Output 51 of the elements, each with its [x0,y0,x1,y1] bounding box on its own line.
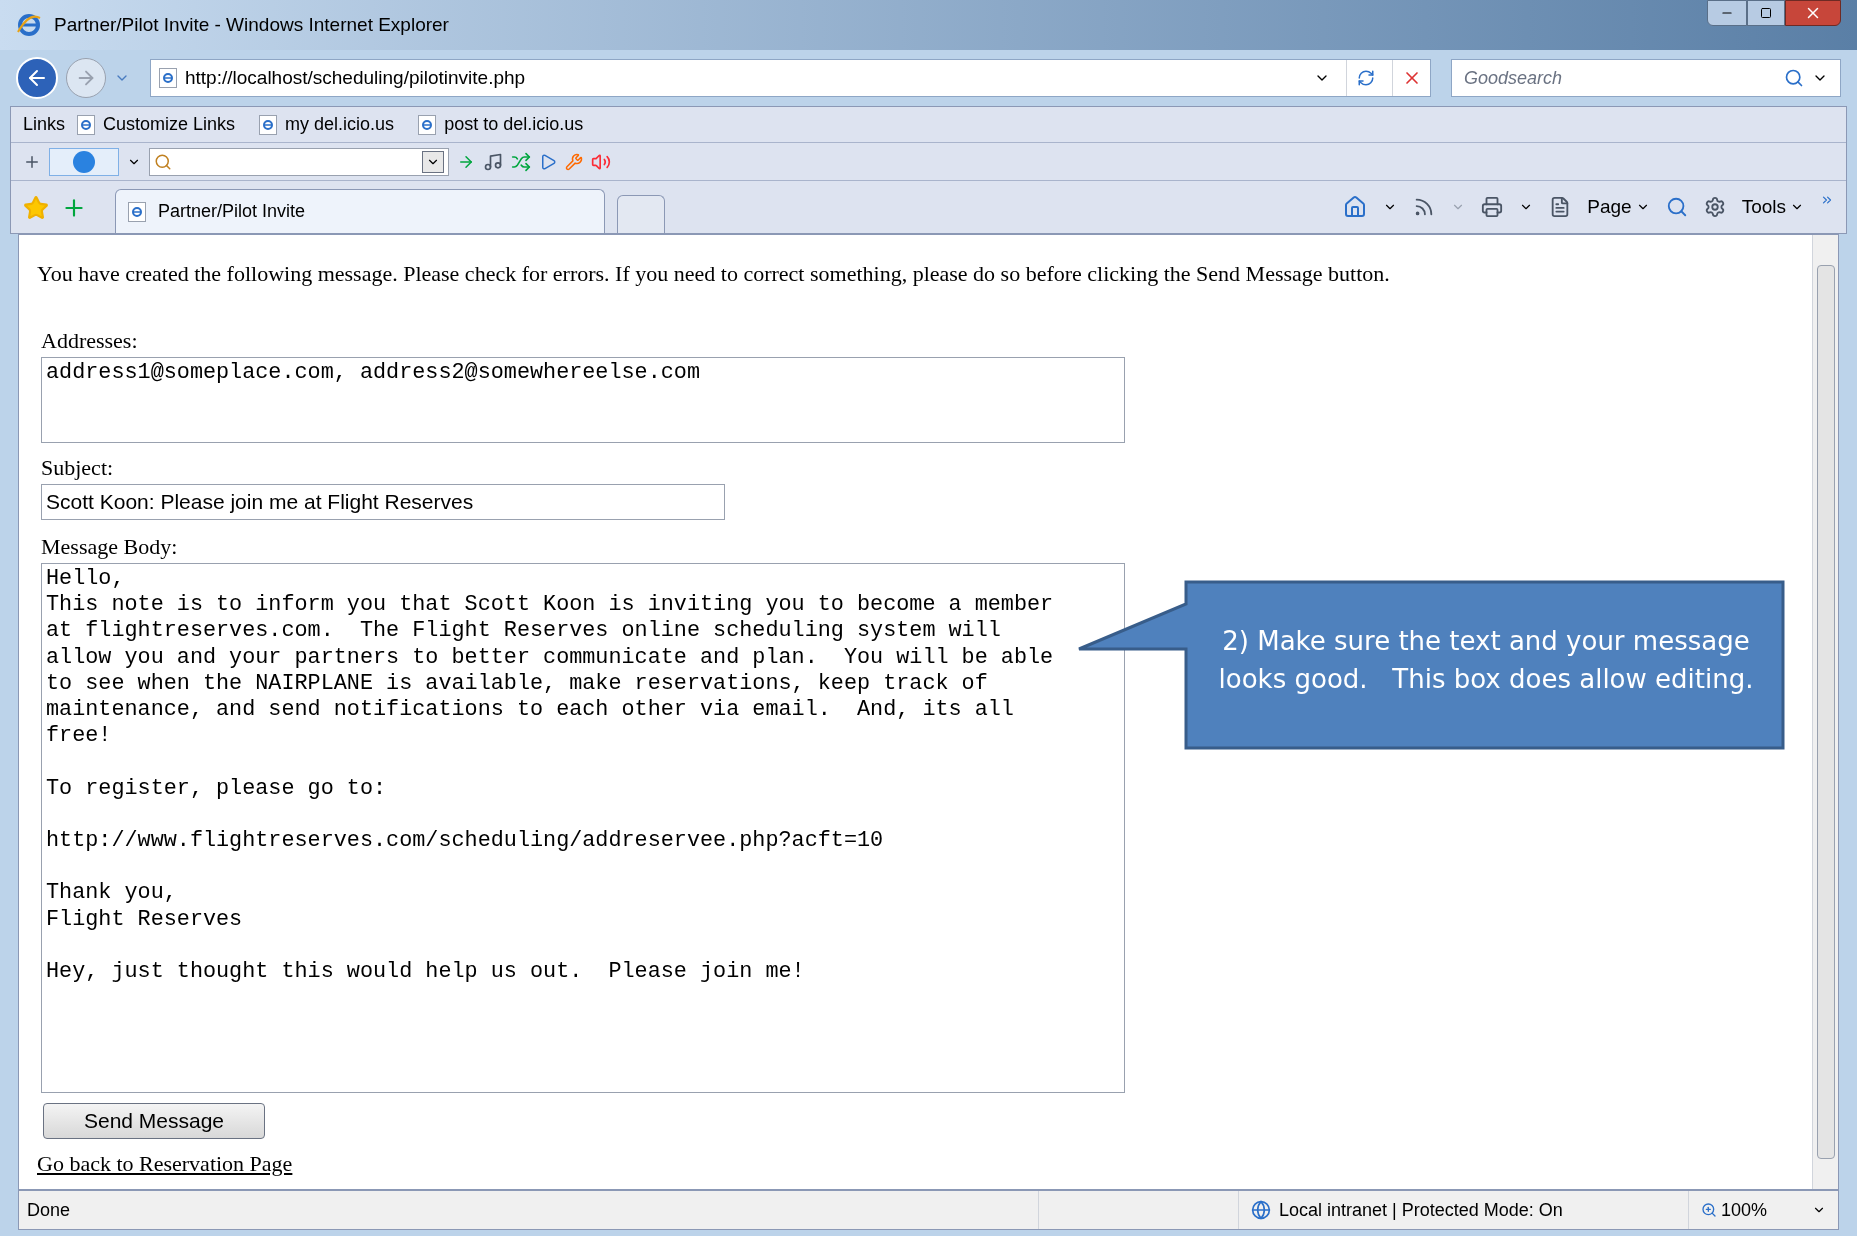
zoom-button[interactable]: 100% [1688,1191,1838,1229]
speaker-icon[interactable] [591,151,611,172]
page-menu-button[interactable]: Page [1587,192,1650,221]
settings-icon [1703,195,1726,218]
page-icon [159,68,177,88]
search-bar[interactable]: Goodsearch [1451,59,1841,97]
address-field[interactable]: http://localhost/scheduling/pilotinvite.php [150,59,1431,97]
zoom-icon [1701,1202,1717,1218]
intranet-icon [1251,1200,1271,1220]
close-button[interactable] [1785,0,1841,26]
browser-logo-icon [16,12,42,38]
scrollbar[interactable] [1812,235,1838,1189]
link-item[interactable]: post to del.icio.us [418,111,584,138]
subject-field[interactable]: Scott Koon: Please join me at Flight Reserves [41,484,725,520]
window-title: Partner/Pilot Invite - Windows Internet Explorer [54,12,449,37]
callout-text: 2) Make sure the text and your message looks good. This box does allow editing. [1217,625,1755,696]
link-item[interactable]: my del.icio.us [259,111,395,138]
zone-text: Local intranet | Protected Mode: On [1279,1198,1563,1222]
addresses-field[interactable]: address1@someplace.com, address2@somewhereelse.com [41,357,1125,443]
home-icon[interactable] [1343,194,1368,219]
message-body-field[interactable]: Hello, This note is to inform you that Scott Koon is inviting you to become a member at flightreserves.com. The Flight Reserves online scheduling system will allow you and your partners to better communicate and plan. You will be able to see when the NAIRPLANE is available, make reservations, keep track of maintenance, and send notifications to each other via email. And, its all free! To register, please go to: http://www.flightreserves.com/scheduling/addreservee.php?acft=10 Thank you, Flight Reserves Hey, just thought this would help us out. Please join me! [41,563,1125,1093]
print-icon[interactable] [1481,195,1504,218]
dropdown-button[interactable] [422,150,444,173]
link-item[interactable]: Customize Links [77,111,236,138]
browser-tab[interactable]: Partner/Pilot Invite [115,189,605,233]
page-icon [128,201,146,222]
play-icon[interactable] [539,152,557,171]
wrench-icon[interactable] [565,152,583,171]
send-message-button[interactable]: Send Message [43,1103,265,1139]
search-icon[interactable] [1784,68,1804,88]
links-label: Links [23,113,66,136]
search-field[interactable]: Goodsearch [1464,64,1784,92]
field-label: Message Body: [41,533,179,561]
maximize-button[interactable] [1747,0,1785,26]
back-link[interactable]: Go back to Reservation Page [37,1147,293,1180]
toolbar-search-field[interactable] [149,147,449,176]
music-icon[interactable] [483,151,503,172]
shuffle-icon[interactable] [511,151,531,172]
back-button[interactable] [16,57,58,99]
search-icon [154,152,172,171]
intro-text: You have created the following message. Please check for errors. If you need to correct something, please do so before clicking the Send Message button. [37,260,1391,288]
status-text: Done [26,1198,72,1222]
field-label: Subject: [41,454,115,482]
forward-button[interactable] [66,58,106,98]
maximize-icon [1760,7,1772,19]
new-tab-button[interactable] [617,195,665,233]
page-icon [77,114,96,135]
page-icon [418,114,437,135]
tools-menu-button[interactable]: Tools [1741,192,1804,221]
page-icon [259,114,278,135]
field-label: Addresses: [41,327,139,355]
